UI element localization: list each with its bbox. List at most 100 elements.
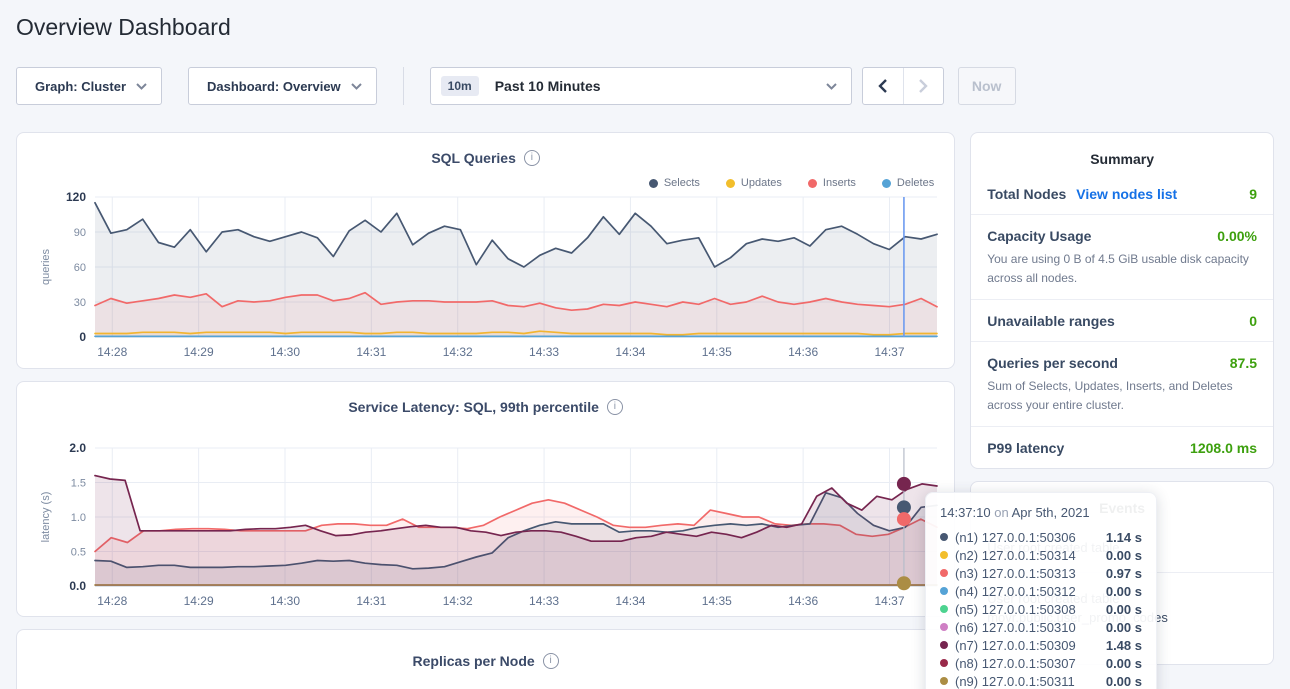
deletes-series-dot-icon <box>882 179 891 188</box>
tooltip-node-label: (n3) 127.0.0.1:50313 <box>955 566 1076 581</box>
tooltip-node-value: 0.00 s <box>1106 548 1142 563</box>
summary-rows: Total Nodes View nodes list 9 Capacity Usag… <box>971 173 1273 468</box>
node-series-dot-icon <box>940 605 948 613</box>
node-series-dot-icon <box>940 569 948 577</box>
chevron-left-icon <box>878 79 887 93</box>
tooltip-node-value: 0.00 s <box>1106 656 1142 671</box>
summary-metric-label: P99 latency <box>987 440 1064 456</box>
summary-row: Queries per second87.5Sum of Selects, Up… <box>971 341 1273 426</box>
tooltip-node-value: 1.48 s <box>1106 638 1142 653</box>
node-series-dot-icon <box>940 587 948 595</box>
svg-text:14:34: 14:34 <box>615 594 645 608</box>
legend-item-deletes[interactable]: Deletes <box>882 177 934 189</box>
svg-text:0.0: 0.0 <box>69 579 86 593</box>
svg-text:latency (s): latency (s) <box>40 492 52 543</box>
svg-text:14:35: 14:35 <box>702 345 732 359</box>
node-series-dot-icon <box>940 533 948 541</box>
svg-text:14:37: 14:37 <box>874 594 904 608</box>
inserts-series-dot-icon <box>808 179 817 188</box>
svg-text:1.5: 1.5 <box>71 478 86 490</box>
svg-text:30: 30 <box>74 297 86 309</box>
summary-row-line: P99 latency1208.0 ms <box>987 440 1257 456</box>
svg-text:60: 60 <box>74 262 86 274</box>
now-button[interactable]: Now <box>958 67 1016 105</box>
svg-text:14:31: 14:31 <box>356 594 386 608</box>
tooltip-node-row: (n3) 127.0.0.1:50313 0.97 s <box>940 564 1142 582</box>
tooltip-node-label: (n5) 127.0.0.1:50308 <box>955 602 1076 617</box>
tooltip-rows: (n1) 127.0.0.1:503061.14 s(n2) 127.0.0.1… <box>940 528 1142 689</box>
tooltip-node-row: (n1) 127.0.0.1:503061.14 s <box>940 528 1142 546</box>
summary-row: P99 latency1208.0 ms <box>971 426 1273 468</box>
graph-scope-label: Graph: Cluster <box>35 79 126 94</box>
svg-text:14:28: 14:28 <box>97 345 127 359</box>
tooltip-time: 14:37:10 <box>940 505 991 520</box>
svg-text:14:29: 14:29 <box>184 594 214 608</box>
tooltip-node-row: (n2) 127.0.0.1:50314 0.00 s <box>940 546 1142 564</box>
svg-text:14:29: 14:29 <box>184 345 214 359</box>
dashboard-select-dropdown[interactable]: Dashboard: Overview <box>188 67 377 105</box>
node-series-dot-icon <box>940 677 948 685</box>
chevron-down-icon <box>826 83 837 90</box>
info-icon[interactable]: i <box>543 653 559 669</box>
svg-text:0: 0 <box>79 330 86 344</box>
summary-metric-label: Total Nodes <box>987 186 1066 202</box>
svg-text:1.0: 1.0 <box>71 512 86 524</box>
summary-row-line: Total Nodes View nodes list 9 <box>987 186 1257 202</box>
sql-queries-chart-panel: SQL Queries i Selects Updates Inserts Delet… <box>16 132 955 369</box>
svg-text:14:28: 14:28 <box>97 594 127 608</box>
tooltip-node-row: (n5) 127.0.0.1:503080.00 s <box>940 600 1142 618</box>
dashboard-select-label: Dashboard: Overview <box>207 79 341 94</box>
tooltip-node-value: 0.00 s <box>1106 620 1142 635</box>
time-range-label: Past 10 Minutes <box>495 78 826 94</box>
summary-row: Unavailable ranges0 <box>971 299 1273 341</box>
svg-text:14:36: 14:36 <box>788 345 818 359</box>
time-step-forward-button[interactable] <box>903 68 943 104</box>
summary-metric-label: Queries per second <box>987 355 1118 371</box>
svg-text:14:36: 14:36 <box>788 594 818 608</box>
tooltip-node-row: (n4) 127.0.0.1:503120.00 s <box>940 582 1142 600</box>
controls-divider <box>403 67 404 105</box>
info-icon[interactable]: i <box>524 150 540 166</box>
graph-scope-dropdown[interactable]: Graph: Cluster <box>16 67 162 105</box>
legend-label: Deletes <box>897 177 934 189</box>
legend-item-selects[interactable]: Selects <box>649 177 700 189</box>
legend-item-inserts[interactable]: Inserts <box>808 177 856 189</box>
summary-metric-value: 9 <box>1249 186 1257 202</box>
tooltip-date: Apr 5th, 2021 <box>1012 505 1090 520</box>
summary-row-line: Unavailable ranges0 <box>987 313 1257 329</box>
node-series-dot-icon <box>940 551 948 559</box>
view-nodes-list-link[interactable]: View nodes list <box>1076 186 1177 202</box>
service-latency-chart[interactable]: 0.00.51.01.52.0latency (s)14:2814:2914:3… <box>33 442 947 612</box>
node-series-dot-icon <box>940 641 948 649</box>
legend-item-updates[interactable]: Updates <box>726 177 782 189</box>
summary-row: Capacity Usage0.00%You are using 0 B of … <box>971 214 1273 299</box>
summary-metric-value: 0.00% <box>1217 228 1257 244</box>
svg-text:queries: queries <box>40 248 52 285</box>
svg-text:14:33: 14:33 <box>529 345 559 359</box>
sql-queries-chart-title: SQL Queries <box>431 150 516 166</box>
sql-queries-chart[interactable]: 0306090120queries14:2814:2914:3014:3114:… <box>33 191 947 363</box>
time-step-buttons <box>862 67 944 105</box>
svg-text:14:35: 14:35 <box>702 594 732 608</box>
svg-text:90: 90 <box>74 227 86 239</box>
tooltip-node-label: (n2) 127.0.0.1:50314 <box>955 548 1076 563</box>
time-range-badge: 10m <box>441 76 479 96</box>
service-latency-chart-panel: Service Latency: SQL, 99th percentile i … <box>16 381 955 617</box>
chevron-down-icon <box>351 83 362 90</box>
summary-row: Total Nodes View nodes list 9 <box>971 173 1273 214</box>
tooltip-node-label: (n6) 127.0.0.1:50310 <box>955 620 1076 635</box>
svg-text:14:32: 14:32 <box>443 594 473 608</box>
time-step-back-button[interactable] <box>863 68 903 104</box>
tooltip-on-word: on <box>994 505 1008 520</box>
selects-series-dot-icon <box>649 179 658 188</box>
replicas-per-node-chart-panel: Replicas per Node i <box>16 629 955 689</box>
svg-text:120: 120 <box>66 191 86 204</box>
svg-text:14:30: 14:30 <box>270 345 300 359</box>
info-icon[interactable]: i <box>607 399 623 415</box>
tooltip-node-value: 0.97 s <box>1106 566 1142 581</box>
tooltip-node-label: (n9) 127.0.0.1:50311 <box>955 674 1075 689</box>
tooltip-node-value: 0.00 s <box>1106 584 1142 599</box>
time-range-picker[interactable]: 10m Past 10 Minutes <box>430 67 852 105</box>
svg-text:14:30: 14:30 <box>270 594 300 608</box>
chevron-down-icon <box>136 83 147 90</box>
